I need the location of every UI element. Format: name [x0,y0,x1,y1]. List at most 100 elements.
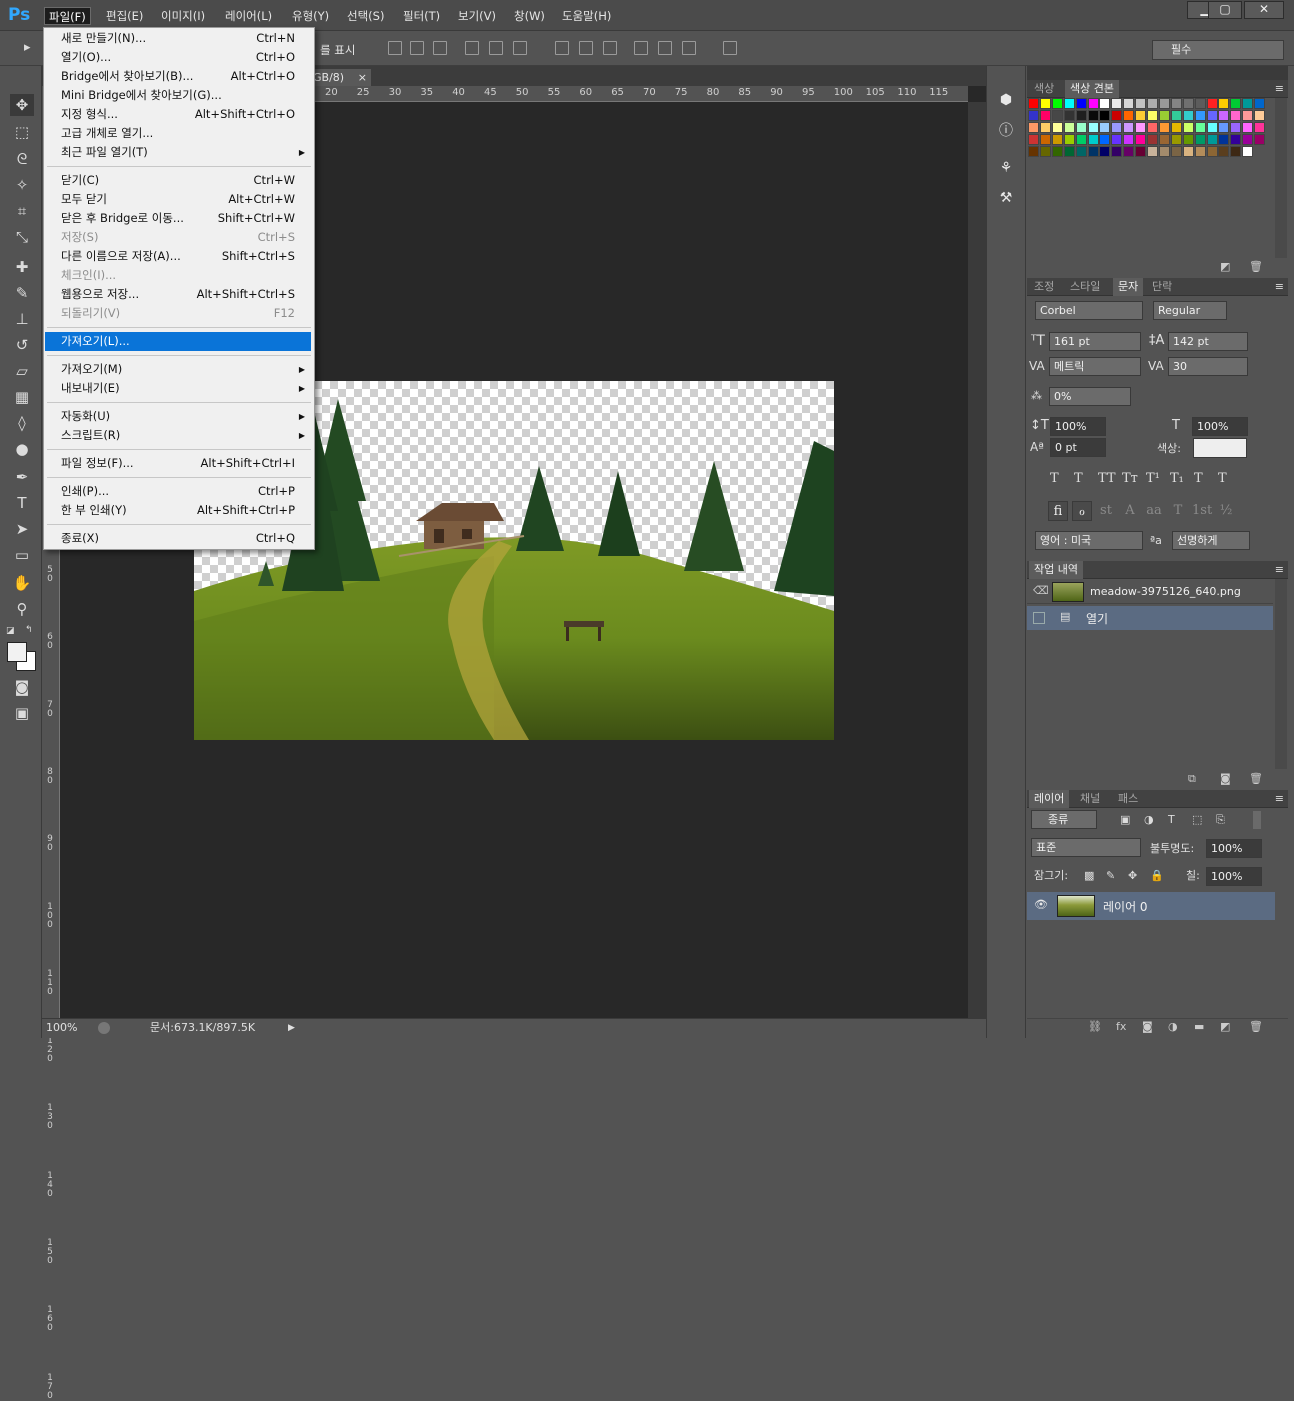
history-source-checkbox[interactable] [1033,612,1045,624]
tab-paragraph[interactable]: 단락 [1147,278,1177,296]
opentype-feature-button[interactable]: T [1168,501,1188,521]
lock-image-pixels-icon[interactable]: ✎ [1106,869,1115,882]
tab-adjustments[interactable]: 조정 [1029,278,1059,296]
color-swatch[interactable] [1206,122,1218,133]
file-menu-item[interactable]: 가져오기(M) ▶ [45,360,311,379]
zoom-tool-icon[interactable]: ⚲ [10,598,34,620]
text-color-swatch[interactable] [1193,438,1247,458]
file-menu-item[interactable]: 인쇄(P)... Ctrl+P [45,482,311,501]
color-swatch[interactable] [1194,110,1206,121]
color-swatch[interactable] [1028,98,1039,109]
color-swatch[interactable] [1099,98,1111,109]
color-swatch[interactable] [1051,98,1063,109]
lock-transparency-icon[interactable]: ▩ [1084,869,1094,882]
color-swatch[interactable] [1242,98,1254,109]
color-swatch[interactable] [1218,122,1230,133]
color-swatch[interactable] [1099,146,1111,157]
color-swatch[interactable] [1230,98,1242,109]
visibility-eye-icon[interactable]: 👁 [1034,898,1048,911]
distribute-vcenter-icon[interactable] [579,41,593,55]
distribute-top-icon[interactable] [555,41,569,55]
info-icon[interactable]: ⓘ [995,120,1017,140]
maximize-button[interactable]: ▢ [1208,1,1242,19]
color-swatch[interactable] [1111,146,1123,157]
default-colors-icon[interactable]: ◪ [6,626,15,636]
delete-state-icon[interactable]: 🗑 [1249,772,1263,785]
font-style-button[interactable]: T [1218,471,1227,486]
file-menu-item[interactable]: 웹용으로 저장... Alt+Shift+Ctrl+S [45,285,311,304]
color-swatch[interactable] [1123,98,1135,109]
color-swatch[interactable] [1063,122,1075,133]
menu-edit[interactable]: 편집(E) [102,7,147,25]
blend-mode-select[interactable]: 표준 [1031,838,1141,857]
font-style-button[interactable]: T [1074,471,1083,486]
menu-type[interactable]: 유형(Y) [288,7,333,25]
gradient-tool-icon[interactable]: ▦ [10,386,34,408]
quick-mask-icon[interactable]: ◙ [10,676,34,698]
color-swatch[interactable] [1039,122,1051,133]
menu-layer[interactable]: 레이어(L) [221,7,276,25]
path-selection-tool-icon[interactable]: ➤ [10,518,34,540]
crop-tool-icon[interactable]: ⌗ [10,200,34,222]
layer-filter-select[interactable]: 종류 [1031,810,1097,829]
link-layers-icon[interactable]: ⛓ [1088,1020,1102,1033]
color-swatch[interactable] [1087,122,1099,133]
3d-cube-icon[interactable]: ⬢ [995,92,1017,112]
color-swatch[interactable] [1087,98,1099,109]
new-swatch-icon[interactable]: ◩ [1220,260,1230,273]
marquee-tool-icon[interactable]: ⬚ [10,121,34,143]
lock-all-icon[interactable]: 🔒 [1150,869,1164,882]
color-swatch[interactable] [1051,134,1063,145]
color-swatch[interactable] [1051,146,1063,157]
color-swatch[interactable] [1075,146,1087,157]
color-swatch[interactable] [1111,98,1123,109]
close-window-button[interactable]: ✕ [1244,1,1284,19]
color-swatch[interactable] [1135,122,1147,133]
status-menu-arrow-icon[interactable]: ▶ [288,1019,295,1037]
color-swatch[interactable] [1063,134,1075,145]
color-swatch[interactable] [1075,110,1087,121]
tab-color[interactable]: 색상 [1029,80,1059,98]
color-swatch[interactable] [1254,122,1266,133]
zoom-level[interactable]: 100% [46,1019,77,1037]
snapshot-brush-icon[interactable]: ⌫ [1033,584,1049,597]
font-style-button[interactable]: T [1194,471,1203,486]
foreground-color-swatch[interactable] [7,642,27,662]
filter-smart-object-icon[interactable]: ⎘ [1216,813,1225,827]
color-swatch[interactable] [1147,122,1158,133]
font-style-button[interactable]: T₁ [1170,471,1184,486]
filter-shape-icon[interactable]: ⬚ [1192,813,1202,826]
color-swatch[interactable] [1170,98,1182,109]
color-swatch[interactable] [1087,110,1099,121]
color-swatch[interactable] [1039,146,1051,157]
color-swatch[interactable] [1028,122,1039,133]
color-swatch[interactable] [1218,134,1230,145]
color-swatch[interactable] [1123,146,1135,157]
kerning-select[interactable]: 메트릭 [1049,357,1141,376]
file-menu-item[interactable]: 닫기(C) Ctrl+W [45,171,311,190]
menu-help[interactable]: 도움말(H) [558,7,615,25]
antialias-select[interactable]: 선명하게 [1172,531,1250,550]
type-tool-icon[interactable]: T [10,492,34,514]
color-swatch[interactable] [1158,110,1170,121]
color-swatch[interactable] [1063,110,1075,121]
color-swatch[interactable] [1135,98,1147,109]
color-swatch[interactable] [1039,98,1051,109]
history-snapshot-row[interactable]: ⌫ meadow-3975126_640.png [1027,580,1273,604]
baseline-shift-input[interactable]: 0 pt [1050,438,1106,457]
opentype-feature-button[interactable]: ℴ [1072,501,1092,521]
font-style-button[interactable]: T¹ [1146,471,1160,486]
color-swatch[interactable] [1218,110,1230,121]
new-layer-icon[interactable]: ◩ [1220,1020,1230,1033]
color-swatch[interactable] [1147,134,1158,145]
blur-tool-icon[interactable]: ◊ [10,412,34,434]
delete-layer-icon[interactable]: 🗑 [1249,1020,1263,1033]
menu-image[interactable]: 이미지(I) [157,7,209,25]
rectangle-tool-icon[interactable]: ▭ [10,544,34,566]
file-menu-item[interactable]: 종료(X) Ctrl+Q [45,529,311,548]
align-left-icon[interactable] [465,41,479,55]
color-swatch[interactable] [1170,134,1182,145]
opentype-feature-button[interactable]: A [1120,501,1140,521]
color-swatch[interactable] [1028,146,1039,157]
file-menu-item[interactable]: 스크립트(R) ▶ [45,426,311,445]
